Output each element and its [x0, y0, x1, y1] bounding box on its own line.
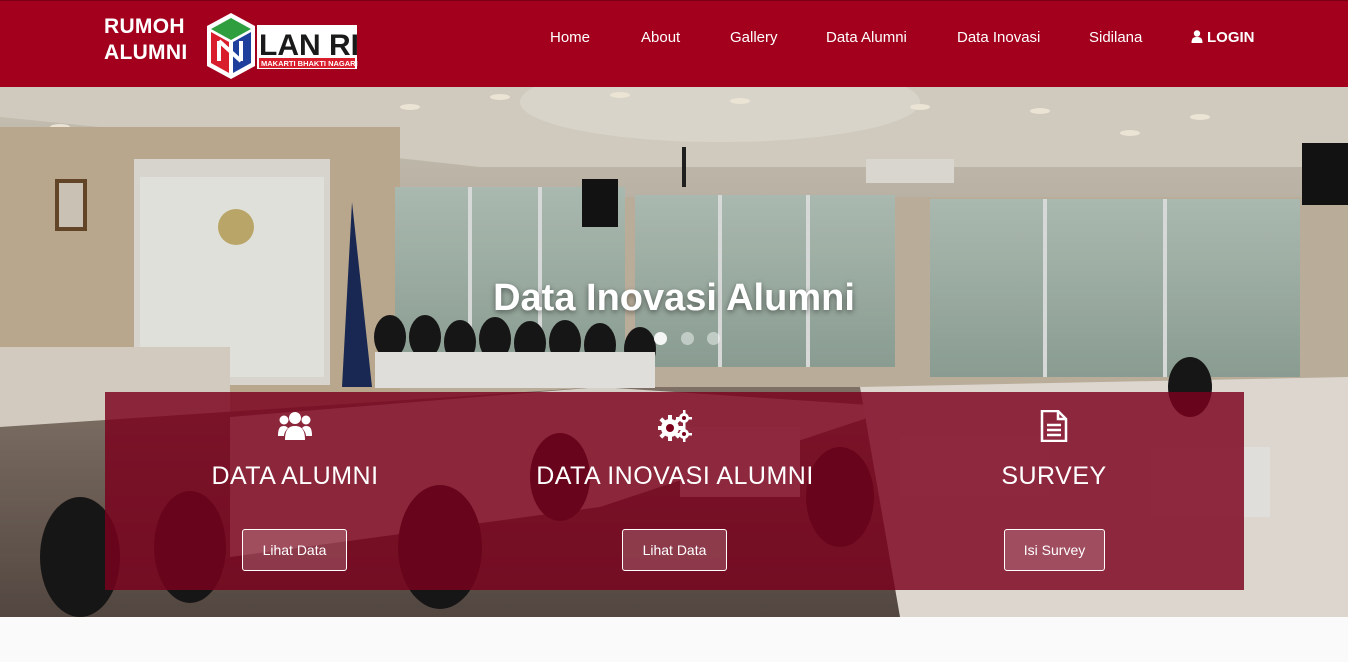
carousel-dot-2[interactable]: [681, 332, 694, 345]
gears-icon: [657, 410, 692, 442]
document-icon: [1040, 409, 1068, 443]
carousel-indicators: [654, 332, 724, 346]
hero-carousel: Data Inovasi Alumni DATA ALUMNI Lihat Da…: [0, 87, 1348, 617]
card-data-alumni: DATA ALUMNI Lihat Data: [105, 392, 485, 590]
nav-about[interactable]: About: [641, 29, 680, 46]
users-icon: [278, 412, 312, 440]
carousel-dot-1[interactable]: [654, 332, 667, 345]
card-title: DATA ALUMNI: [211, 462, 379, 490]
brand-name[interactable]: RUMOH ALUMNI: [104, 14, 187, 66]
logo-text: LAN RI: [259, 29, 359, 62]
card-data-inovasi-alumni: DATA INOVASI ALUMNI Lihat Data: [485, 392, 865, 590]
card-survey: SURVEY Isi Survey: [864, 392, 1244, 590]
card-title: SURVEY: [1001, 462, 1107, 490]
carousel-dot-3[interactable]: [707, 332, 720, 345]
feature-panel: DATA ALUMNI Lihat Data DATA INOVASI ALUM…: [105, 392, 1244, 590]
nav-home[interactable]: Home: [550, 29, 590, 46]
login-label: LOGIN: [1207, 29, 1255, 46]
nav-sidilana[interactable]: Sidilana: [1089, 29, 1142, 46]
isi-survey-button[interactable]: Isi Survey: [1004, 529, 1105, 571]
nav-data-alumni[interactable]: Data Alumni: [826, 29, 907, 46]
nav-gallery[interactable]: Gallery: [730, 29, 778, 46]
card-title: DATA INOVASI ALUMNI: [536, 462, 814, 490]
hero-title: Data Inovasi Alumni: [493, 277, 855, 319]
top-navbar: RUMOH ALUMNI LAN RI MAKARTI BHAKTI NAGAR…: [0, 0, 1348, 87]
nav-data-inovasi[interactable]: Data Inovasi: [957, 29, 1040, 46]
logo-tagline: MAKARTI BHAKTI NAGARI: [261, 59, 358, 68]
lihat-data-alumni-button[interactable]: Lihat Data: [242, 529, 347, 571]
lihat-data-inovasi-button[interactable]: Lihat Data: [622, 529, 727, 571]
page-bottom-strip: [0, 617, 1348, 662]
nav-login[interactable]: LOGIN: [1191, 29, 1255, 46]
brand-line-1: RUMOH: [104, 15, 185, 38]
lan-ri-logo[interactable]: LAN RI MAKARTI BHAKTI NAGARI: [205, 11, 360, 81]
brand-line-2: ALUMNI: [104, 41, 188, 64]
user-icon: [1191, 30, 1203, 43]
